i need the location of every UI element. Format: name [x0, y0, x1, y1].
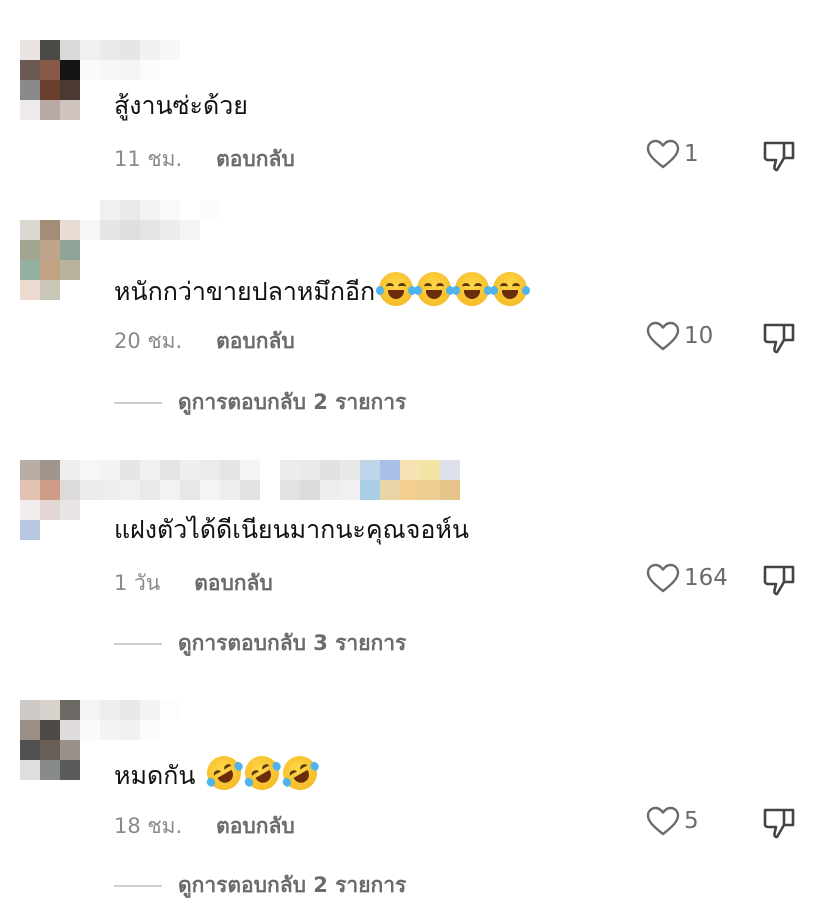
username-blurred[interactable]	[80, 40, 180, 80]
like-button[interactable]: 164	[646, 563, 728, 593]
view-replies-label: ดูการตอบกลับ 3 รายการ	[178, 631, 407, 655]
dislike-icon[interactable]	[762, 563, 796, 597]
view-replies-button[interactable]: ดูการตอบกลับ 2 รายการ	[114, 386, 406, 419]
rofl-emoji	[201, 749, 248, 797]
timestamp: 18 ชม.	[114, 814, 183, 838]
heart-icon	[646, 563, 680, 593]
reply-button[interactable]: ตอบกลับ	[194, 567, 273, 600]
like-count: 164	[684, 565, 728, 591]
tears-of-joy-emoji	[376, 272, 417, 306]
timestamp: 1 วัน	[114, 571, 161, 595]
heart-icon	[646, 139, 680, 169]
rofl-emoji	[239, 749, 286, 797]
dislike-icon[interactable]	[762, 806, 796, 840]
comment-meta: 11 ชม. ตอบกลับ	[114, 143, 295, 176]
reply-button[interactable]: ตอบกลับ	[216, 143, 295, 176]
reply-button[interactable]: ตอบกลับ	[216, 325, 295, 358]
emoji-group	[375, 272, 531, 306]
avatar[interactable]	[20, 460, 80, 540]
avatar[interactable]	[20, 40, 80, 120]
like-button[interactable]: 10	[646, 321, 713, 351]
comment-meta: 1 วัน ตอบกลับ	[114, 567, 273, 600]
username-blurred[interactable]	[80, 700, 180, 740]
view-replies-button[interactable]: ดูการตอบกลับ 3 รายการ	[114, 627, 406, 660]
emoji-group	[201, 749, 324, 797]
heart-icon	[646, 806, 680, 836]
divider-line	[114, 401, 162, 404]
divider-line	[114, 642, 162, 645]
like-count: 10	[684, 323, 714, 349]
comment-meta: 20 ชม. ตอบกลับ	[114, 325, 295, 358]
avatar[interactable]	[20, 700, 80, 780]
like-button[interactable]: 1	[646, 139, 699, 169]
view-replies-label: ดูการตอบกลับ 2 รายการ	[178, 873, 407, 897]
reply-button[interactable]: ตอบกลับ	[216, 810, 295, 843]
like-count: 5	[684, 808, 699, 834]
dislike-icon[interactable]	[762, 139, 796, 173]
comment-text: สู้งานซ่ะด้วย	[114, 91, 248, 120]
like-button[interactable]: 5	[646, 806, 699, 836]
heart-icon	[646, 321, 680, 351]
comment-meta: 18 ชม. ตอบกลับ	[114, 810, 295, 843]
username-blurred[interactable]	[80, 200, 220, 240]
dislike-icon[interactable]	[762, 321, 796, 355]
timestamp: 20 ชม.	[114, 329, 183, 353]
tears-of-joy-emoji	[452, 272, 493, 306]
comment-text: หนักกว่าขายปลาหมึกอีก	[114, 272, 531, 308]
view-replies-button[interactable]: ดูการตอบกลับ 2 รายการ	[114, 869, 406, 902]
like-count: 1	[684, 141, 699, 167]
divider-line	[114, 884, 162, 887]
view-replies-label: ดูการตอบกลับ 2 รายการ	[178, 390, 407, 414]
avatar[interactable]	[20, 220, 80, 300]
comment-text: แฝงตัวได้ดีเนียนมากนะคุณจอห์น	[114, 515, 469, 544]
username-blurred[interactable]	[80, 460, 460, 500]
timestamp: 11 ชม.	[114, 147, 183, 171]
comment-text: หมดกัน	[114, 749, 324, 797]
rofl-emoji	[277, 749, 324, 797]
tears-of-joy-emoji	[490, 272, 531, 306]
tears-of-joy-emoji	[414, 272, 455, 306]
